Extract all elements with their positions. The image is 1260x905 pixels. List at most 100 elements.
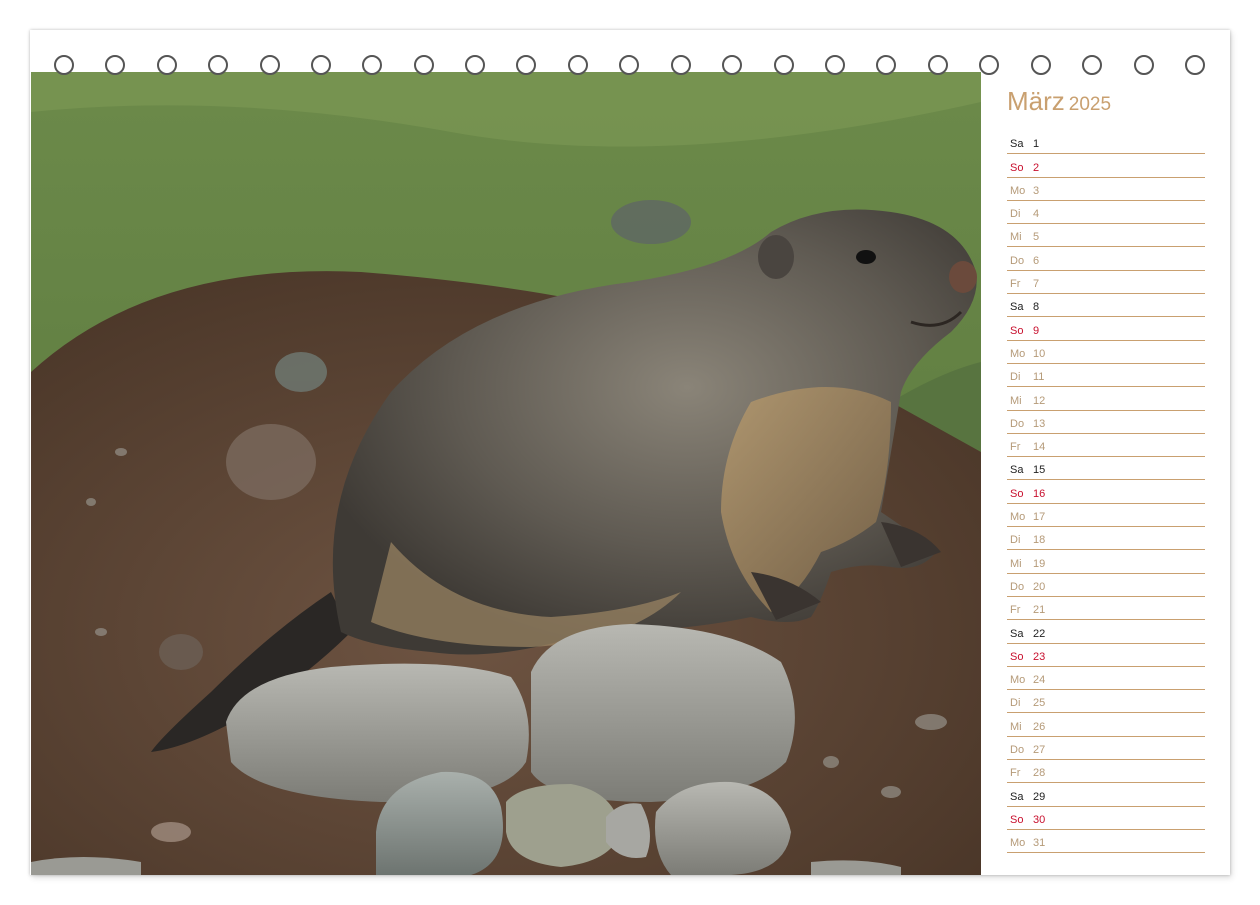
weekday-label: Di — [1010, 697, 1021, 710]
day-row: Do 6 — [1007, 247, 1205, 271]
weekday-label: So — [1010, 487, 1024, 500]
day-row: Mo 3 — [1007, 178, 1205, 201]
day-row: Sa 22 — [1007, 620, 1205, 644]
weekday-label: Di — [1010, 534, 1021, 547]
weekday-label: Sa — [1010, 464, 1024, 477]
day-row: Mo 24 — [1007, 667, 1205, 691]
day-number: 27 — [1033, 744, 1046, 757]
day-number: 19 — [1033, 557, 1046, 570]
weekday-label: Do — [1010, 744, 1025, 757]
day-row: Sa 8 — [1007, 294, 1205, 318]
weekday-label: Sa — [1010, 790, 1024, 803]
day-row: Fr 21 — [1007, 597, 1205, 621]
day-number: 8 — [1033, 301, 1040, 314]
day-row: Fr 14 — [1007, 434, 1205, 458]
day-number: 30 — [1033, 813, 1046, 826]
weekday-label: Sa — [1010, 138, 1024, 151]
day-number: 12 — [1033, 394, 1046, 407]
day-row: Mi 26 — [1007, 713, 1205, 737]
day-row: Sa 1 — [1007, 131, 1205, 155]
day-row: So 2 — [1007, 154, 1205, 178]
day-row: Di 18 — [1007, 527, 1205, 551]
day-number: 9 — [1033, 324, 1040, 337]
weekday-label: So — [1010, 813, 1024, 826]
weekday-label: Mi — [1010, 557, 1022, 570]
day-row: Mo 31 — [1007, 830, 1205, 854]
weekday-label: So — [1010, 161, 1024, 174]
weekday-label: Di — [1010, 208, 1021, 221]
day-row: Di 4 — [1007, 201, 1205, 225]
weekday-label: Fr — [1010, 767, 1021, 780]
day-row: Sa 15 — [1007, 457, 1205, 481]
day-number: 13 — [1033, 417, 1046, 430]
day-number: 5 — [1033, 231, 1040, 244]
marmot-photo — [31, 72, 981, 875]
day-row: So 23 — [1007, 644, 1205, 667]
year-label: 2025 — [1068, 94, 1112, 115]
marmot-nose — [949, 261, 977, 293]
day-number: 3 — [1033, 184, 1040, 197]
weekday-label: Sa — [1010, 301, 1024, 314]
month-name: März — [1007, 86, 1065, 116]
weekday-label: So — [1010, 650, 1024, 663]
day-number: 20 — [1033, 580, 1046, 593]
day-row: Mi 19 — [1007, 550, 1205, 574]
day-row: Fr 28 — [1007, 760, 1205, 784]
weekday-label: Sa — [1010, 627, 1024, 640]
day-number: 4 — [1033, 208, 1040, 221]
day-row: Di 11 — [1007, 364, 1205, 388]
weekday-label: Mo — [1010, 674, 1026, 687]
weekday-label: Mo — [1010, 347, 1026, 360]
day-row: So 9 — [1007, 317, 1205, 341]
day-number: 6 — [1033, 254, 1040, 267]
weekday-label: Mo — [1010, 184, 1026, 197]
weekday-label: Mi — [1010, 394, 1022, 407]
day-row: Mi 12 — [1007, 387, 1205, 411]
month-title: März 2025 — [1007, 86, 1205, 117]
day-number: 26 — [1033, 720, 1046, 733]
day-row: Do 20 — [1007, 574, 1205, 597]
weekday-label: Mo — [1010, 837, 1026, 850]
day-number: 18 — [1033, 534, 1046, 547]
day-row: Mo 10 — [1007, 341, 1205, 364]
day-number: 17 — [1033, 511, 1046, 524]
day-row: Do 27 — [1007, 737, 1205, 761]
day-row: Di 25 — [1007, 690, 1205, 714]
weekday-label: Fr — [1010, 278, 1021, 291]
day-number: 21 — [1033, 604, 1046, 617]
weekday-label: Do — [1010, 417, 1025, 430]
day-number: 2 — [1033, 161, 1040, 174]
day-number: 16 — [1033, 487, 1046, 500]
day-number: 31 — [1033, 837, 1046, 850]
day-number: 14 — [1033, 441, 1046, 454]
day-number: 25 — [1033, 697, 1046, 710]
day-number: 28 — [1033, 767, 1046, 780]
day-row: So 30 — [1007, 807, 1205, 830]
marmot-eye — [856, 250, 876, 264]
weekday-label: Fr — [1010, 604, 1021, 617]
day-number: 23 — [1033, 650, 1046, 663]
rock-center — [531, 624, 795, 802]
weekday-label: Fr — [1010, 441, 1021, 454]
day-row: Sa 29 — [1007, 783, 1205, 807]
day-list: Sa 1 So 2 Mo 3 Di 4 Mi 5 Do 6 Fr 7 Sa 8 So 9 Mo 10 Di 11 Mi 12 D… — [1007, 131, 1205, 854]
weekday-label: Do — [1010, 254, 1025, 267]
day-row: Mo 17 — [1007, 504, 1205, 528]
day-row: So 16 — [1007, 480, 1205, 504]
photo-illustration — [31, 72, 981, 875]
day-row: Mi 5 — [1007, 224, 1205, 248]
calendar-header: März 2025 — [1007, 86, 1205, 117]
day-number: 10 — [1033, 347, 1046, 360]
rock-left — [226, 663, 529, 802]
marmot-ear — [758, 235, 794, 279]
day-row: Fr 7 — [1007, 271, 1205, 295]
day-number: 22 — [1033, 627, 1046, 640]
weekday-label: Di — [1010, 371, 1021, 384]
weekday-label: So — [1010, 324, 1024, 337]
weekday-label: Mi — [1010, 720, 1022, 733]
day-number: 15 — [1033, 464, 1046, 477]
day-row: Do 13 — [1007, 411, 1205, 434]
weekday-label: Do — [1010, 580, 1025, 593]
day-number: 11 — [1033, 371, 1045, 384]
day-number: 24 — [1033, 674, 1046, 687]
